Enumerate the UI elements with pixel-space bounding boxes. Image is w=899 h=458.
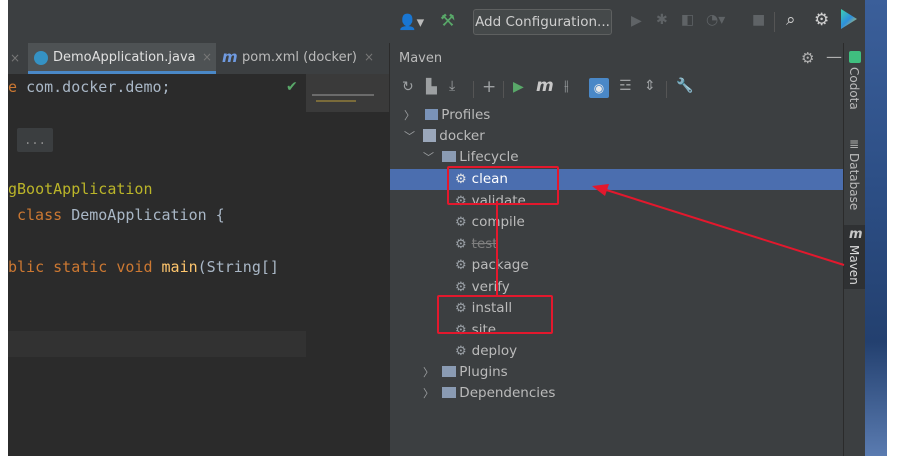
arrow-to-clean: [599, 187, 845, 266]
ide-window: 👤▾ ⚒ Add Configuration... ▶ ✱ ◧ ◔▾ ■ ⌕ ⚙…: [8, 0, 887, 456]
annotation-arrows: [496, 184, 845, 295]
arrow-to-clean-head: [592, 184, 609, 196]
